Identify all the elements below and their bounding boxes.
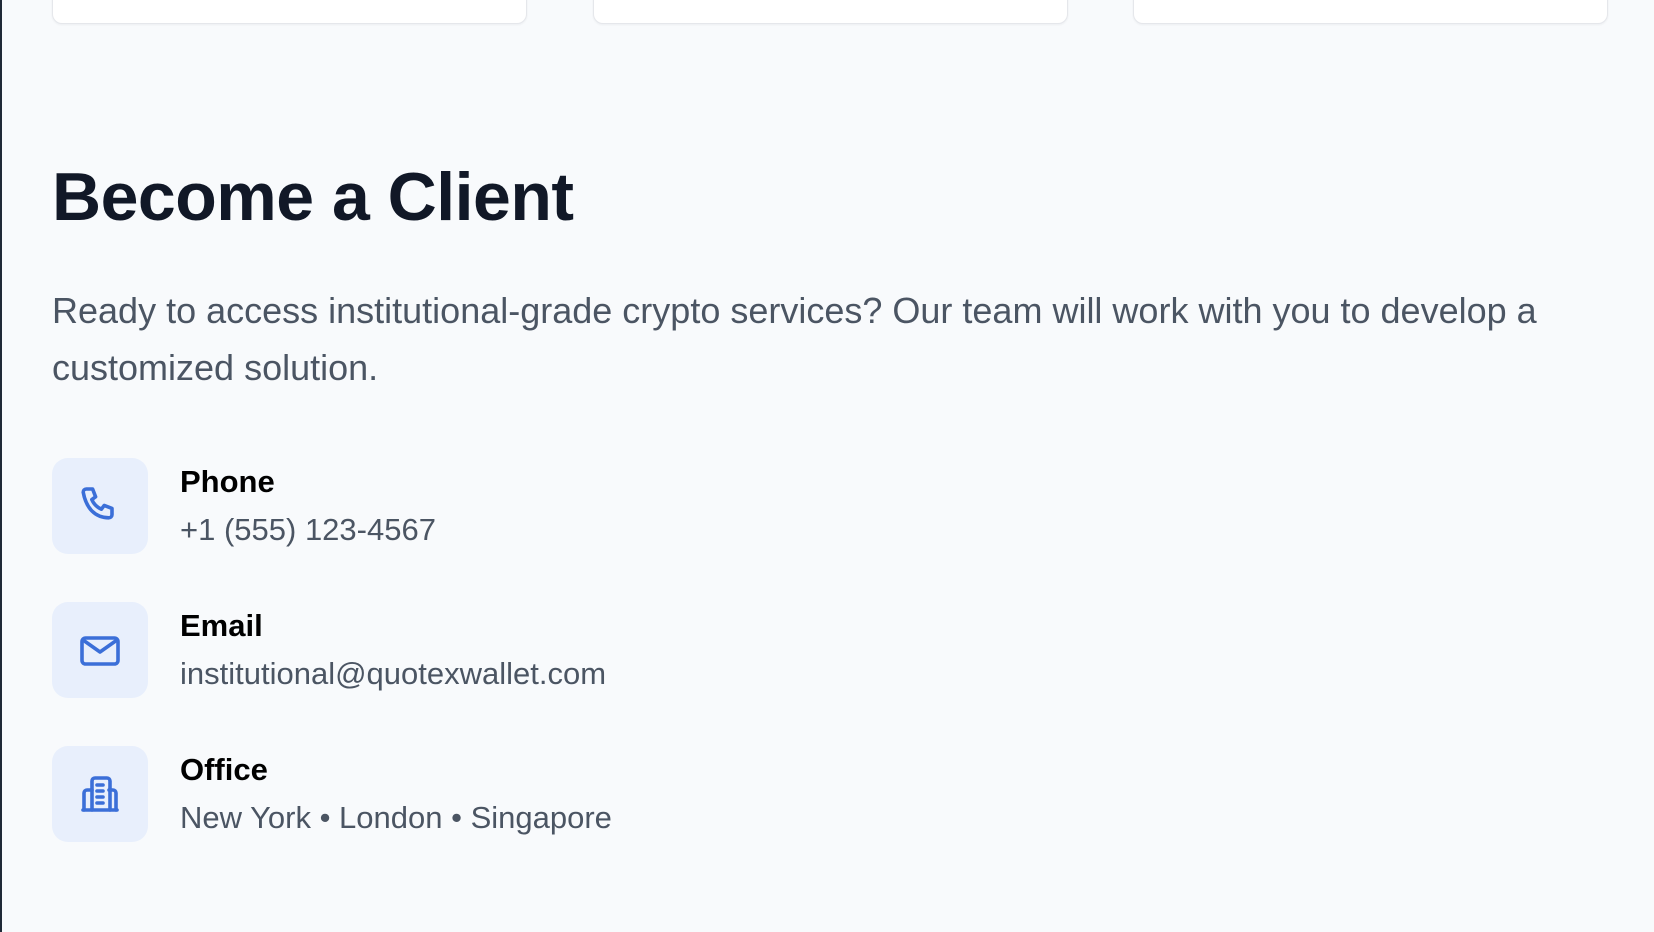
office-locations: New York • London • Singapore <box>180 800 612 835</box>
contact-item-email: Email institutional@quotexwallet.com <box>52 602 952 698</box>
contact-label: Office <box>180 752 268 787</box>
feature-card <box>1133 0 1608 24</box>
section-description: Ready to access institutional-grade cryp… <box>52 290 1537 388</box>
phone-number-link[interactable]: +1 (555) 123-4567 <box>180 510 436 550</box>
feature-card <box>52 0 527 24</box>
contact-label: Phone <box>180 464 275 499</box>
email-link[interactable]: institutional@quotexwallet.com <box>180 654 606 694</box>
section-title: Become a Client <box>52 159 574 235</box>
become-a-client-section: Become a Client Ready to access institut… <box>0 0 1654 932</box>
building-icon <box>52 746 148 842</box>
contact-item-phone: Phone +1 (555) 123-4567 <box>52 458 952 554</box>
contact-label: Email <box>180 608 263 643</box>
contact-item-office: Office New York • London • Singapore <box>52 746 952 842</box>
phone-icon <box>52 458 148 554</box>
feature-card <box>593 0 1068 24</box>
mail-icon <box>52 602 148 698</box>
